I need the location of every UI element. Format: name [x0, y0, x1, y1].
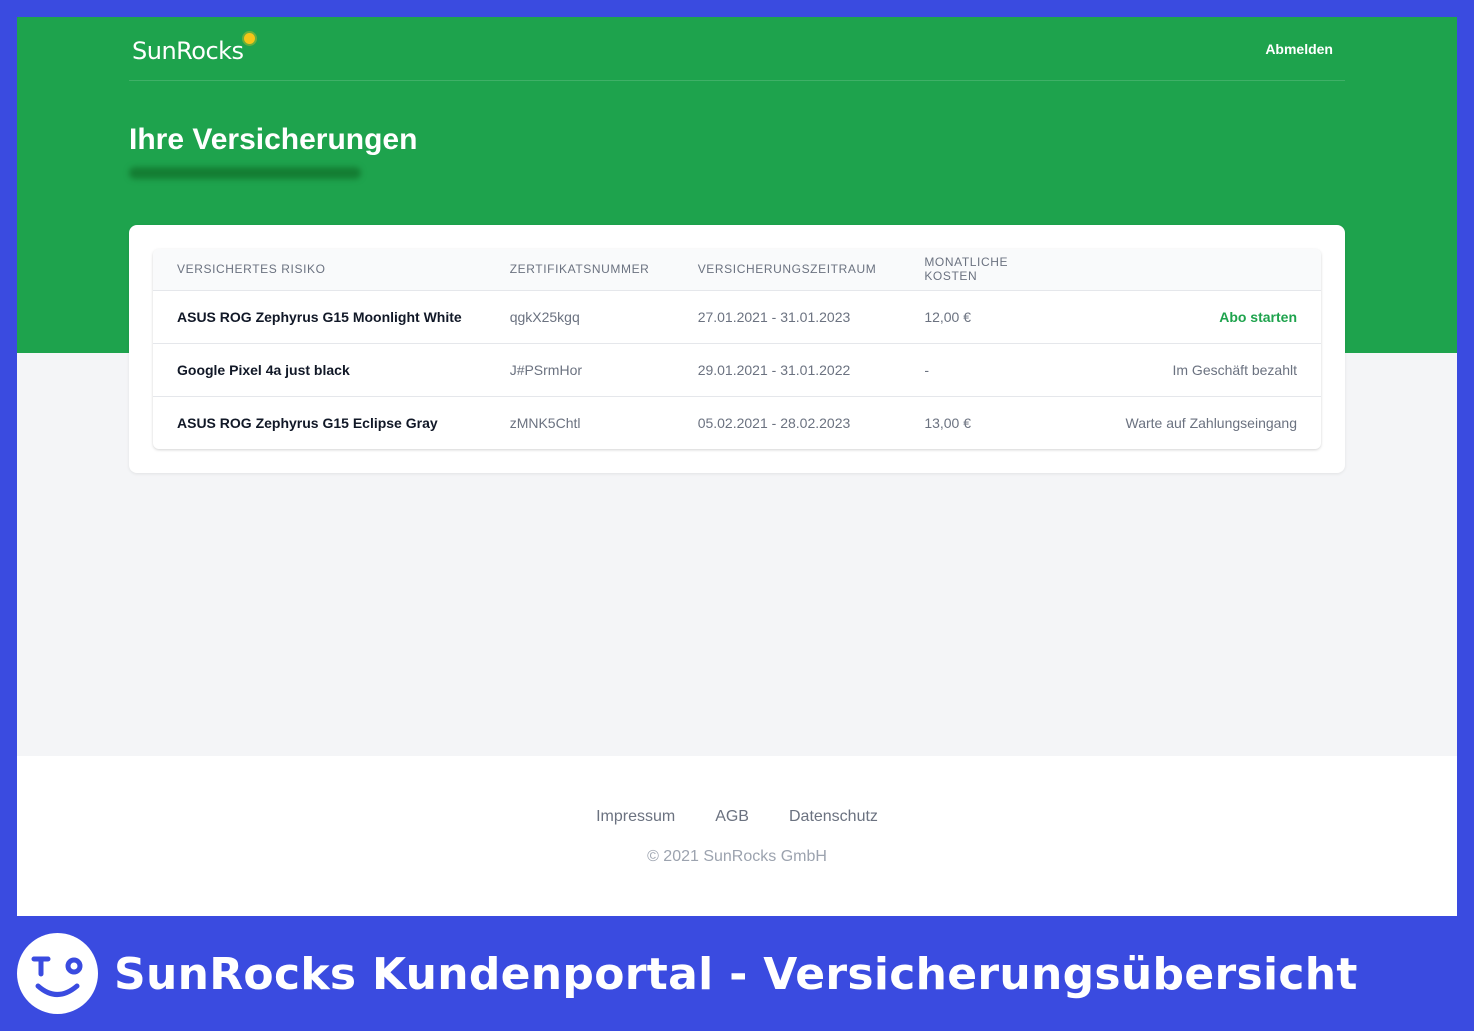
table-header-row: Versichertes Risiko Zertifikatsnummer Ve… [153, 249, 1321, 291]
column-header-risk: Versichertes Risiko [153, 249, 486, 291]
cost-cell: 12,00 € [924, 308, 972, 325]
certificate-cell: qgkX25kgq [509, 308, 580, 325]
caption-bar: SunRocks Kundenportal - Versicherungsübe… [17, 933, 1457, 1015]
cost-cell: - [924, 361, 929, 378]
copyright-text: © 2021 SunRocks GmbH [647, 848, 827, 865]
footer-link-agb[interactable]: AGB [715, 808, 749, 826]
status-cell: Im Geschäft bezahlt [1172, 361, 1297, 378]
logout-link[interactable]: Abmelden [1265, 41, 1333, 57]
smiley-face-icon [17, 933, 98, 1014]
insurance-card: Versichertes Risiko Zertifikatsnummer Ve… [129, 225, 1345, 473]
footer-link-datenschutz[interactable]: Datenschutz [789, 808, 878, 826]
risk-cell: ASUS ROG Zephyrus G15 Moonlight White [177, 308, 462, 325]
sun-icon [244, 33, 255, 44]
status-cell: Abo starten [1080, 290, 1321, 343]
period-cell: 27.01.2021 - 31.01.2023 [697, 308, 851, 325]
table-row: Google Pixel 4a just black J#PSrmHor 29.… [153, 343, 1321, 396]
cost-cell: 13,00 € [924, 414, 972, 431]
caption-title: SunRocks Kundenportal - Versicherungsübe… [114, 949, 1358, 1000]
risk-cell: ASUS ROG Zephyrus G15 Eclipse Gray [177, 414, 438, 431]
certificate-cell: J#PSrmHor [509, 361, 583, 378]
status-cell: Warte auf Zahlungseingang [1125, 414, 1297, 431]
start-subscription-link[interactable]: Abo starten [1219, 309, 1297, 325]
risk-cell: Google Pixel 4a just black [177, 361, 350, 378]
column-header-certificate: Zertifikatsnummer [485, 249, 674, 291]
page-footer: Impressum AGB Datenschutz © 2021 SunRock… [17, 756, 1457, 916]
column-header-period: Versicherungszeitraum [673, 249, 901, 291]
column-header-status [1080, 249, 1321, 291]
table-row: ASUS ROG Zephyrus G15 Eclipse Gray zMNK5… [153, 396, 1321, 449]
period-cell: 05.02.2021 - 28.02.2023 [697, 414, 851, 431]
footer-link-impressum[interactable]: Impressum [596, 808, 675, 826]
insurance-table: Versichertes Risiko Zertifikatsnummer Ve… [153, 249, 1321, 449]
page-title: Ihre Versicherungen [129, 123, 418, 156]
insurance-table-container: Versichertes Risiko Zertifikatsnummer Ve… [153, 249, 1321, 449]
sunrocks-logo[interactable]: SunRocks [132, 37, 244, 65]
user-email-redacted [129, 167, 361, 179]
table-row: ASUS ROG Zephyrus G15 Moonlight White qg… [153, 290, 1321, 343]
footer-links: Impressum AGB Datenschutz [17, 808, 1457, 826]
top-navigation: SunRocks Abmelden [129, 17, 1345, 81]
certificate-cell: zMNK5Chtl [509, 414, 581, 431]
period-cell: 29.01.2021 - 31.01.2022 [697, 361, 851, 378]
column-header-cost: Monatliche Kosten [900, 249, 1081, 291]
browser-viewport: SunRocks Abmelden Ihre Versicherungen Ve… [17, 17, 1457, 916]
